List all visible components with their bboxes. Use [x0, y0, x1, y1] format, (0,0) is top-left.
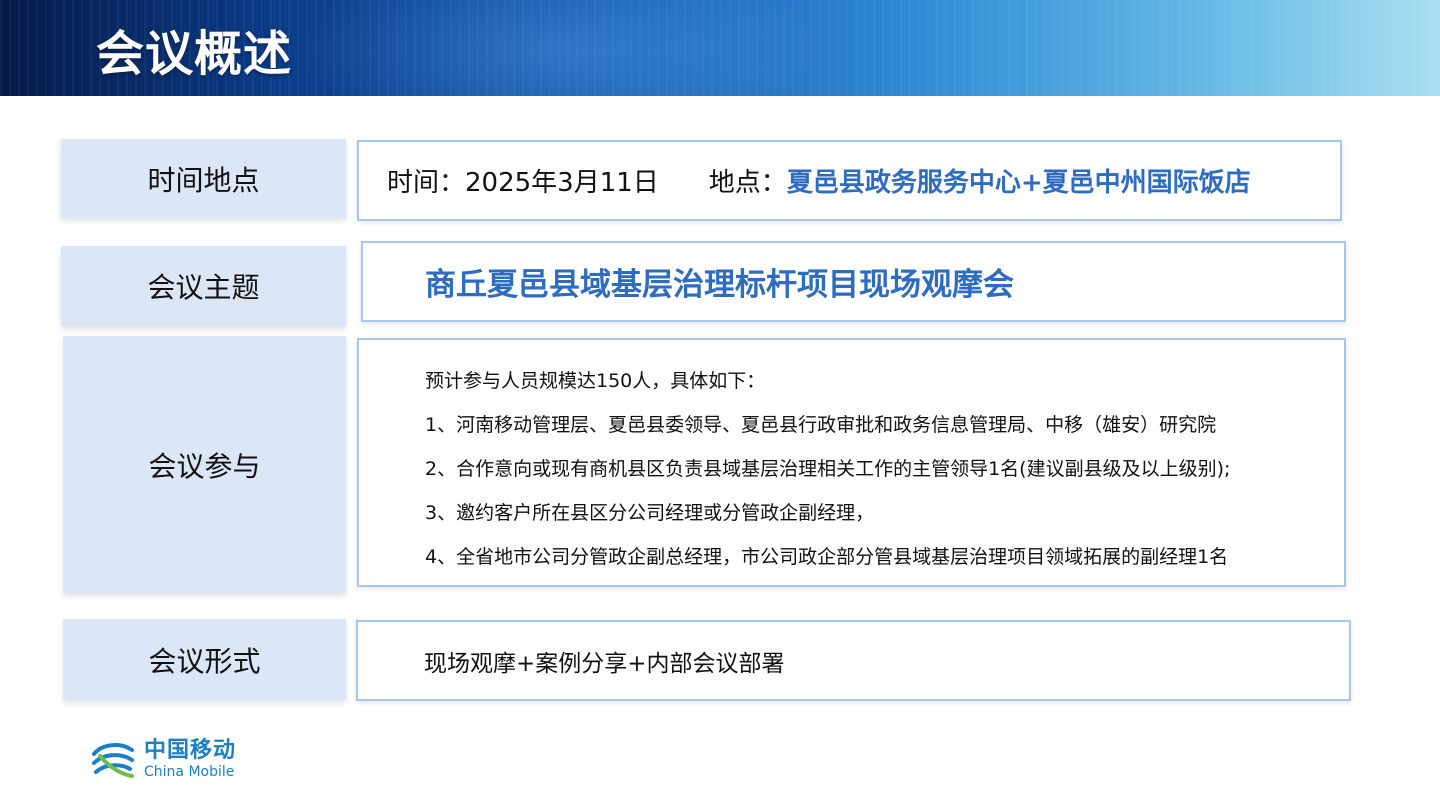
logo-en-text: China Mobile [144, 763, 235, 780]
theme-box: 商丘夏邑县域基层治理标杆项目现场观摩会 [361, 241, 1346, 322]
label-time-place: 时间地点 [61, 139, 346, 218]
label-format: 会议形式 [63, 619, 346, 700]
china-mobile-logo-icon [92, 743, 134, 778]
format-box: 现场观摩+案例分享+内部会议部署 [356, 620, 1351, 701]
meeting-theme: 商丘夏邑县域基层治理标杆项目现场观摩会 [425, 267, 1014, 303]
header-banner: 会议概述 [0, 0, 1440, 96]
attendance-box: 预计参与人员规模达150人，具体如下： 1、河南移动管理层、夏邑县委领导、夏邑县… [357, 338, 1346, 587]
label-attendance: 会议参与 [63, 336, 346, 593]
attendance-item: 1、河南移动管理层、夏邑县委领导、夏邑县行政审批和政务信息管理局、中移（雄安）研… [425, 414, 1217, 436]
attendance-intro: 预计参与人员规模达150人，具体如下： [425, 370, 766, 392]
attendance-item: 4、全省地市公司分管政企副总经理，市公司政企部分管县域基层治理项目领域拓展的副经… [425, 546, 1229, 568]
attendance-item: 3、邀约客户所在县区分公司经理或分管政企副经理， [425, 502, 875, 524]
meeting-place: 夏邑县政务服务中心+夏邑中州国际饭店 [786, 168, 1251, 198]
page-title: 会议概述 [96, 26, 293, 82]
label-theme: 会议主题 [61, 246, 346, 326]
time-place-line: 时间：2025年3月11日 地点： 夏邑县政务服务中心+夏邑中州国际饭店 [387, 142, 1251, 219]
attendance-item: 2、合作意向或现有商机县区负责县域基层治理相关工作的主管领导1名(建议副县级及以… [425, 458, 1231, 480]
logo-cn-text: 中国移动 [144, 737, 237, 763]
meeting-format: 现场观摩+案例分享+内部会议部署 [424, 650, 785, 677]
place-label: 地点： [708, 168, 787, 198]
meeting-time: 时间：2025年3月11日 [387, 168, 659, 198]
attendance-list: 预计参与人员规模达150人，具体如下： 1、河南移动管理层、夏邑县委领导、夏邑县… [425, 366, 1230, 586]
china-mobile-logo: 中国移动 China Mobile [90, 736, 236, 782]
time-place-box: 时间：2025年3月11日 地点： 夏邑县政务服务中心+夏邑中州国际饭店 [357, 140, 1342, 221]
